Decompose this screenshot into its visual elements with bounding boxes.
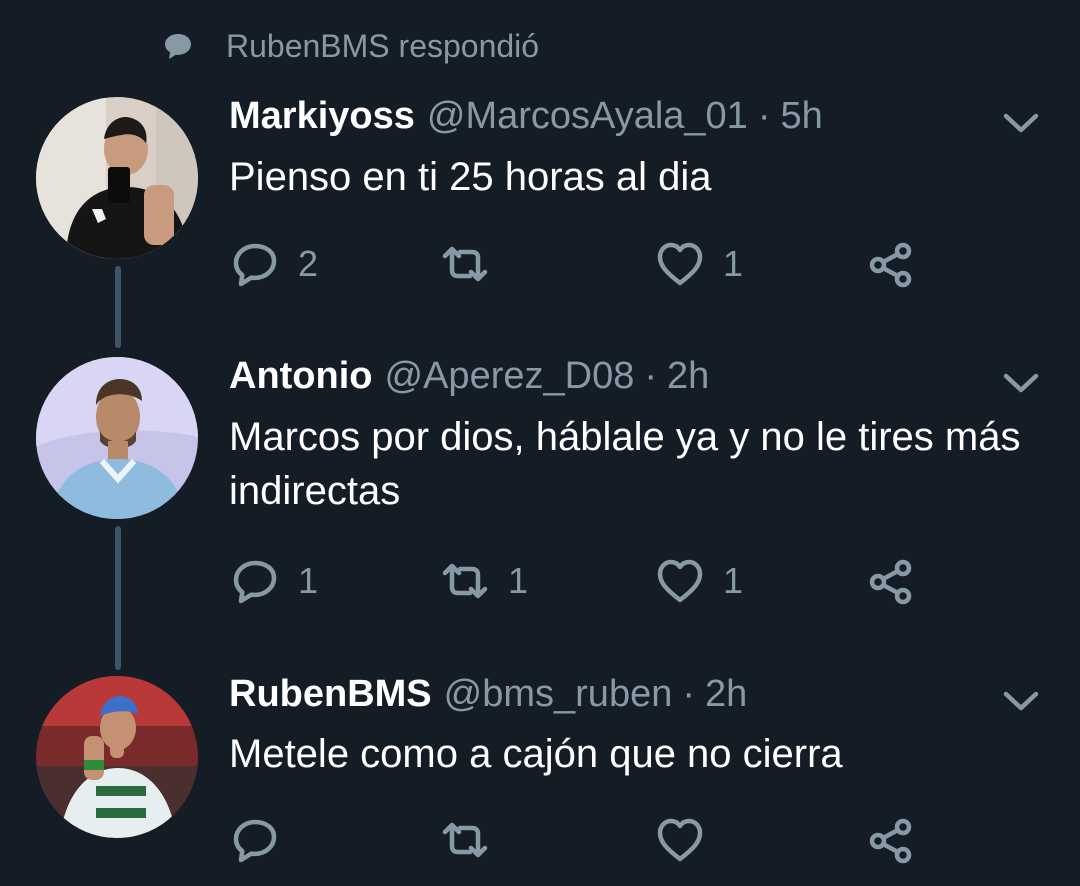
avatar[interactable] (36, 676, 198, 838)
share-button[interactable] (866, 236, 916, 292)
avatar[interactable] (36, 357, 198, 519)
reply-button[interactable]: 1 (230, 553, 318, 609)
timestamp[interactable]: 5h (780, 95, 822, 138)
reply-count: 1 (298, 560, 319, 601)
display-name[interactable]: Markiyoss (229, 95, 415, 138)
retweet-button[interactable] (440, 812, 508, 868)
heart-icon (657, 818, 703, 862)
retweet-button[interactable]: 1 (440, 553, 528, 609)
display-name[interactable]: RubenBMS (229, 673, 432, 716)
share-button[interactable] (866, 553, 916, 609)
timestamp[interactable]: 2h (667, 355, 709, 398)
like-count: 1 (723, 243, 744, 284)
like-count: 1 (723, 560, 744, 601)
separator-dot: · (644, 355, 657, 397)
share-icon (869, 818, 912, 864)
user-handle[interactable]: @bms_ruben (444, 673, 673, 716)
share-icon (869, 242, 912, 288)
like-button[interactable]: 1 (655, 553, 743, 609)
reply-context-text: RubenBMS respondió (226, 27, 540, 64)
reply-button[interactable] (230, 812, 298, 868)
like-button[interactable] (655, 812, 723, 868)
reply-button[interactable]: 2 (230, 236, 318, 292)
thread-line (115, 266, 121, 348)
separator-dot: · (757, 95, 771, 137)
tweet-text: Pienso en ti 25 horas al dia (229, 155, 712, 199)
heart-icon (657, 242, 703, 286)
retweet-button[interactable] (440, 236, 508, 292)
chevron-down-icon[interactable] (1000, 106, 1042, 136)
avatar[interactable] (36, 97, 198, 259)
share-button[interactable] (866, 812, 916, 868)
tweet-header: Antonio @Aperez_D08 · 2h (229, 355, 709, 398)
reply-context: RubenBMS respondió (160, 24, 539, 68)
reply-icon (233, 243, 277, 287)
reply-icon (233, 560, 277, 604)
chevron-down-icon[interactable] (1000, 684, 1042, 714)
heart-icon (657, 559, 703, 603)
chevron-down-icon[interactable] (1000, 366, 1042, 396)
user-handle[interactable]: @MarcosAyala_01 (427, 95, 748, 138)
like-button[interactable]: 1 (655, 236, 743, 292)
retweet-icon (442, 822, 488, 858)
tweet-header: Markiyoss @MarcosAyala_01 · 5h (229, 95, 823, 138)
retweet-count: 1 (508, 560, 529, 601)
separator-dot: · (682, 673, 695, 715)
speech-bubble-icon (165, 34, 191, 59)
reply-icon (233, 819, 277, 863)
display-name[interactable]: Antonio (229, 355, 373, 398)
retweet-icon (442, 563, 488, 599)
user-handle[interactable]: @Aperez_D08 (385, 355, 635, 398)
share-icon (869, 559, 912, 605)
timestamp[interactable]: 2h (705, 673, 747, 716)
tweet-text: Metele como a cajón que no cierra (229, 732, 843, 776)
thread-line (115, 526, 121, 670)
tweet-header: RubenBMS @bms_ruben · 2h (229, 673, 747, 716)
tweet-text: Marcos por dios, háblale ya y no le tire… (229, 415, 1021, 513)
reply-count: 2 (298, 243, 319, 284)
retweet-icon (442, 246, 488, 282)
